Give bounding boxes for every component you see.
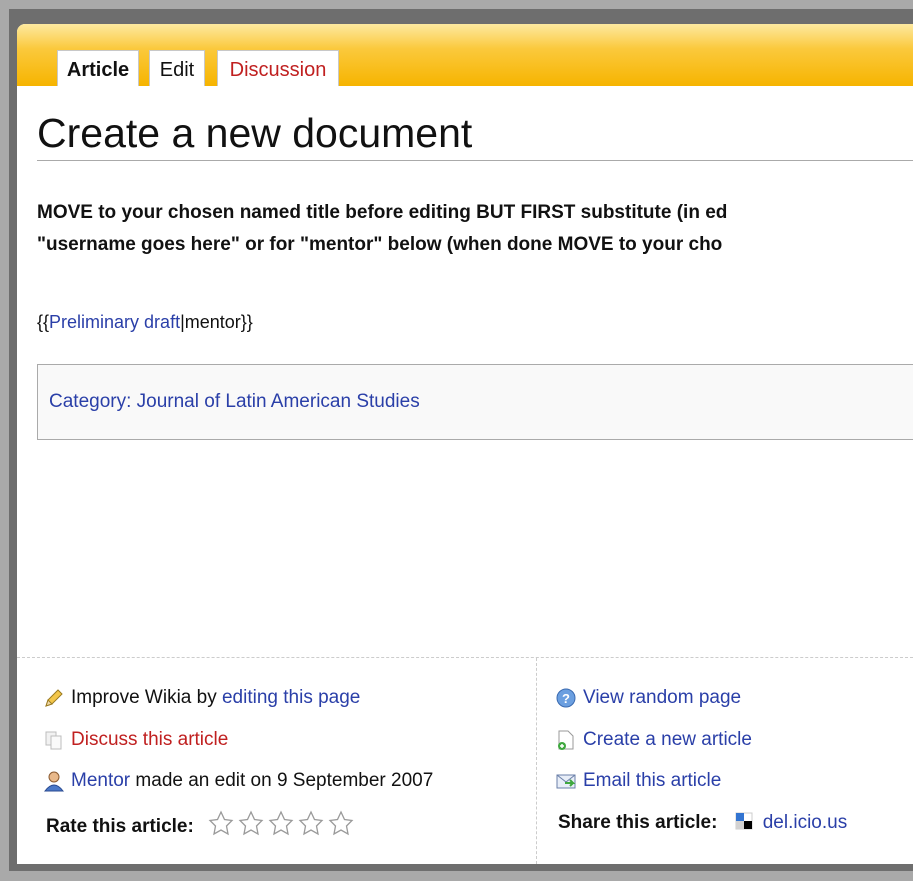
- template-call: {{Preliminary draft|mentor}}: [37, 312, 253, 333]
- template-rest: |mentor}}: [180, 312, 253, 332]
- delicious-link[interactable]: del.icio.us: [763, 812, 848, 833]
- svg-text:?: ?: [562, 691, 570, 706]
- page-title: Create a new document: [37, 110, 473, 156]
- create-row[interactable]: Create a new article: [555, 727, 752, 753]
- template-open: {{: [37, 312, 50, 332]
- create-new-article-link[interactable]: Create a new article: [583, 729, 752, 750]
- last-edit-row: Mentor made an edit on 9 September 2007: [43, 768, 433, 794]
- rating-star-3[interactable]: [268, 810, 294, 836]
- email-row[interactable]: Email this article: [555, 768, 721, 794]
- rate-label: Rate this article:: [46, 816, 194, 838]
- delicious-icon: [735, 812, 757, 834]
- view-random-page-link[interactable]: View random page: [583, 687, 741, 708]
- new-page-icon: [555, 729, 577, 751]
- category-box: Category: Journal of Latin American Stud…: [37, 364, 913, 440]
- rating-stars[interactable]: [207, 810, 363, 844]
- share-label: Share this article:: [558, 812, 718, 833]
- discuss-this-article-link[interactable]: Discuss this article: [71, 729, 228, 750]
- email-icon: [555, 770, 577, 792]
- rating-star-4[interactable]: [298, 810, 324, 836]
- title-divider: [37, 160, 913, 161]
- rating-star-5[interactable]: [328, 810, 354, 836]
- footer-divider-horizontal: [17, 657, 913, 658]
- pencil-icon: [43, 687, 65, 709]
- intro-line-2: "username goes here" or for "mentor" bel…: [37, 234, 723, 255]
- editing-this-page-link[interactable]: editing this page: [222, 687, 360, 708]
- help-globe-icon: ?: [555, 687, 577, 709]
- rating-star-2[interactable]: [238, 810, 264, 836]
- wiki-page: Article Edit Discussion Create a new doc…: [17, 24, 913, 864]
- tab-discussion[interactable]: Discussion: [217, 50, 339, 86]
- random-row[interactable]: ? View random page: [555, 685, 741, 711]
- rating-star-1[interactable]: [208, 810, 234, 836]
- preliminary-draft-link[interactable]: Preliminary draft: [49, 312, 180, 332]
- user-icon: [43, 770, 65, 792]
- improve-prefix: Improve Wikia by: [71, 687, 222, 708]
- improve-row: Improve Wikia by editing this page: [43, 685, 360, 711]
- tab-article[interactable]: Article: [57, 50, 139, 86]
- tab-edit[interactable]: Edit: [149, 50, 205, 86]
- discuss-row[interactable]: Discuss this article: [43, 727, 228, 753]
- email-this-article-link[interactable]: Email this article: [583, 770, 721, 791]
- category-link[interactable]: Category: Journal of Latin American Stud…: [49, 391, 420, 413]
- intro-line-1: MOVE to your chosen named title before e…: [37, 202, 728, 223]
- share-row: Share this article: del.icio.us: [558, 810, 847, 836]
- editor-link[interactable]: Mentor: [71, 770, 130, 791]
- footer-divider-vertical: [536, 658, 537, 864]
- discuss-icon: [43, 729, 65, 751]
- rate-row: Rate this article:: [46, 810, 363, 838]
- intro-text: MOVE to your chosen named title before e…: [37, 197, 913, 261]
- tab-bar: Article Edit Discussion: [17, 24, 913, 86]
- editor-rest: made an edit on 9 September 2007: [130, 770, 434, 791]
